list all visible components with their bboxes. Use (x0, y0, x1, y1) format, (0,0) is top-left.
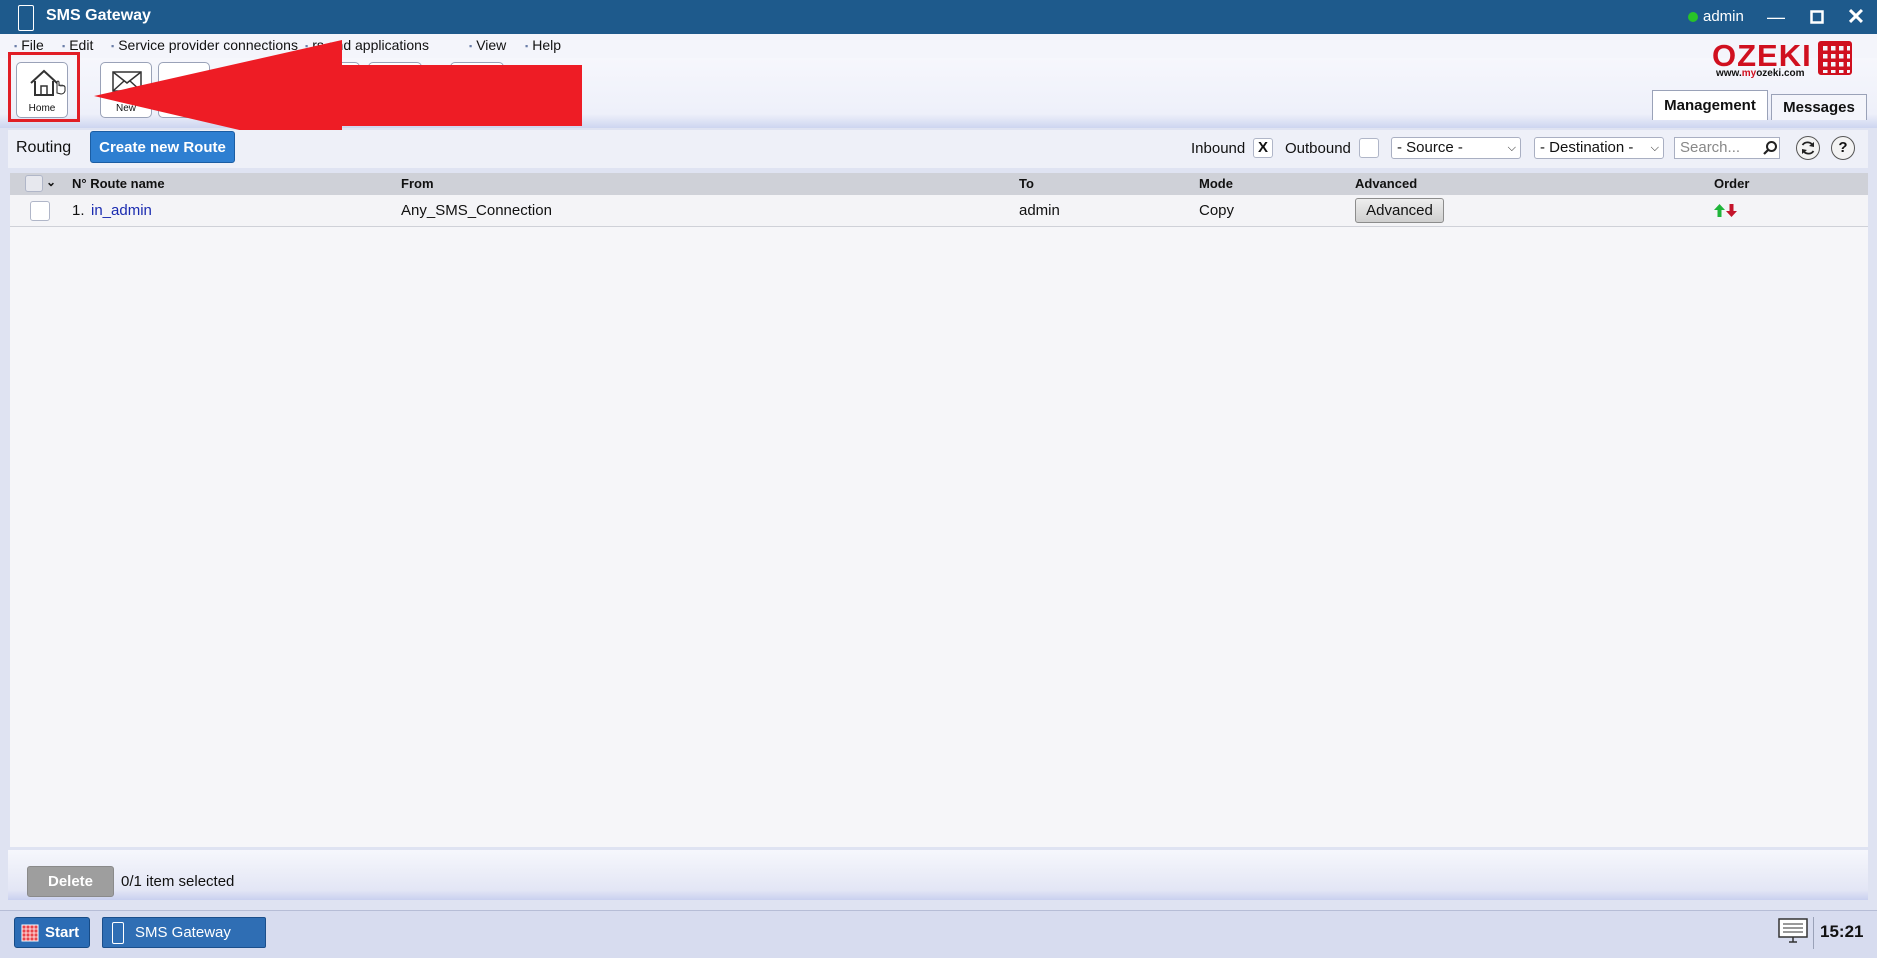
table-header (10, 173, 1868, 195)
menu-file[interactable]: File (14, 37, 44, 53)
taskbar-divider (1813, 917, 1814, 949)
inbound-label: Inbound (1191, 140, 1246, 157)
outbound-label: Outbound (1285, 140, 1351, 157)
move-up-icon[interactable] (1714, 204, 1725, 217)
tab-messages[interactable]: Messages (1771, 94, 1867, 120)
row-checkbox[interactable] (30, 201, 50, 221)
inbound-checkbox[interactable]: X (1253, 138, 1273, 158)
logo-url-prefix: www. (1716, 68, 1742, 79)
online-status-icon (1688, 12, 1698, 22)
taskbar-sms-gateway[interactable]: SMS Gateway (102, 917, 266, 948)
column-header-route-name[interactable]: N° Route name (72, 176, 165, 191)
sms-gateway-icon (112, 922, 124, 944)
route-from: Any_SMS_Connection (401, 202, 552, 219)
outbound-checkbox[interactable] (1359, 138, 1379, 158)
column-header-to[interactable]: To (1019, 176, 1034, 191)
help-icon[interactable]: ? (1831, 136, 1855, 160)
column-header-order[interactable]: Order (1714, 176, 1749, 191)
highlight-frame (8, 52, 80, 122)
current-user[interactable]: admin (1703, 8, 1744, 25)
advanced-button[interactable]: Advanced (1355, 198, 1444, 223)
clock: 15:21 (1820, 922, 1864, 941)
logo-url-accent: my (1741, 68, 1757, 79)
destination-select-value: - Destination - (1540, 139, 1634, 156)
source-select[interactable]: - Source - ⌵ (1391, 137, 1521, 159)
source-select-value: - Source - (1397, 139, 1463, 156)
table-body-empty-area (10, 227, 1868, 847)
maximize-icon[interactable] (1806, 6, 1828, 28)
chevron-down-icon: ⌵ (1507, 142, 1516, 154)
start-grid-icon (21, 924, 39, 942)
search-icon[interactable] (1762, 140, 1778, 156)
row-index: 1. (72, 202, 85, 219)
route-mode: Copy (1199, 202, 1235, 219)
window-title: SMS Gateway (46, 7, 151, 24)
create-new-route-button[interactable]: Create new Route (90, 131, 235, 163)
chevron-down-icon[interactable]: ⌄ (46, 175, 56, 189)
start-button[interactable]: Start (14, 917, 90, 948)
tab-management[interactable]: Management (1652, 90, 1768, 120)
destination-select[interactable]: - Destination - ⌵ (1534, 137, 1664, 159)
sms-gateway-icon (18, 5, 34, 31)
minimize-icon[interactable]: — (1765, 6, 1787, 28)
route-name-link[interactable]: in_admin (91, 202, 152, 219)
select-all-checkbox[interactable] (25, 175, 43, 192)
column-header-advanced[interactable]: Advanced (1355, 176, 1417, 191)
column-header-mode[interactable]: Mode (1199, 176, 1233, 191)
refresh-icon[interactable] (1796, 136, 1820, 160)
monitor-icon[interactable] (1778, 918, 1808, 944)
delete-button[interactable]: Delete (27, 866, 114, 897)
logo-grid-icon (1818, 41, 1852, 75)
title-bar: SMS Gateway admin — ✕ (0, 0, 1877, 34)
table-row[interactable] (10, 195, 1868, 227)
page-title: Routing (16, 139, 72, 156)
taskbar-app-label: SMS Gateway (135, 924, 231, 941)
logo-url: www.myozeki.com (1716, 68, 1805, 79)
close-icon[interactable]: ✕ (1845, 6, 1867, 28)
selection-count: 0/1 item selected (121, 873, 235, 890)
logo-url-suffix: ozeki.com (1756, 68, 1805, 79)
move-down-icon[interactable] (1726, 204, 1737, 217)
column-header-from[interactable]: From (401, 176, 434, 191)
route-to: admin (1019, 202, 1060, 219)
start-label: Start (45, 924, 80, 941)
taskbar (0, 910, 1877, 958)
chevron-down-icon: ⌵ (1650, 142, 1659, 154)
bottom-bar (8, 850, 1868, 900)
